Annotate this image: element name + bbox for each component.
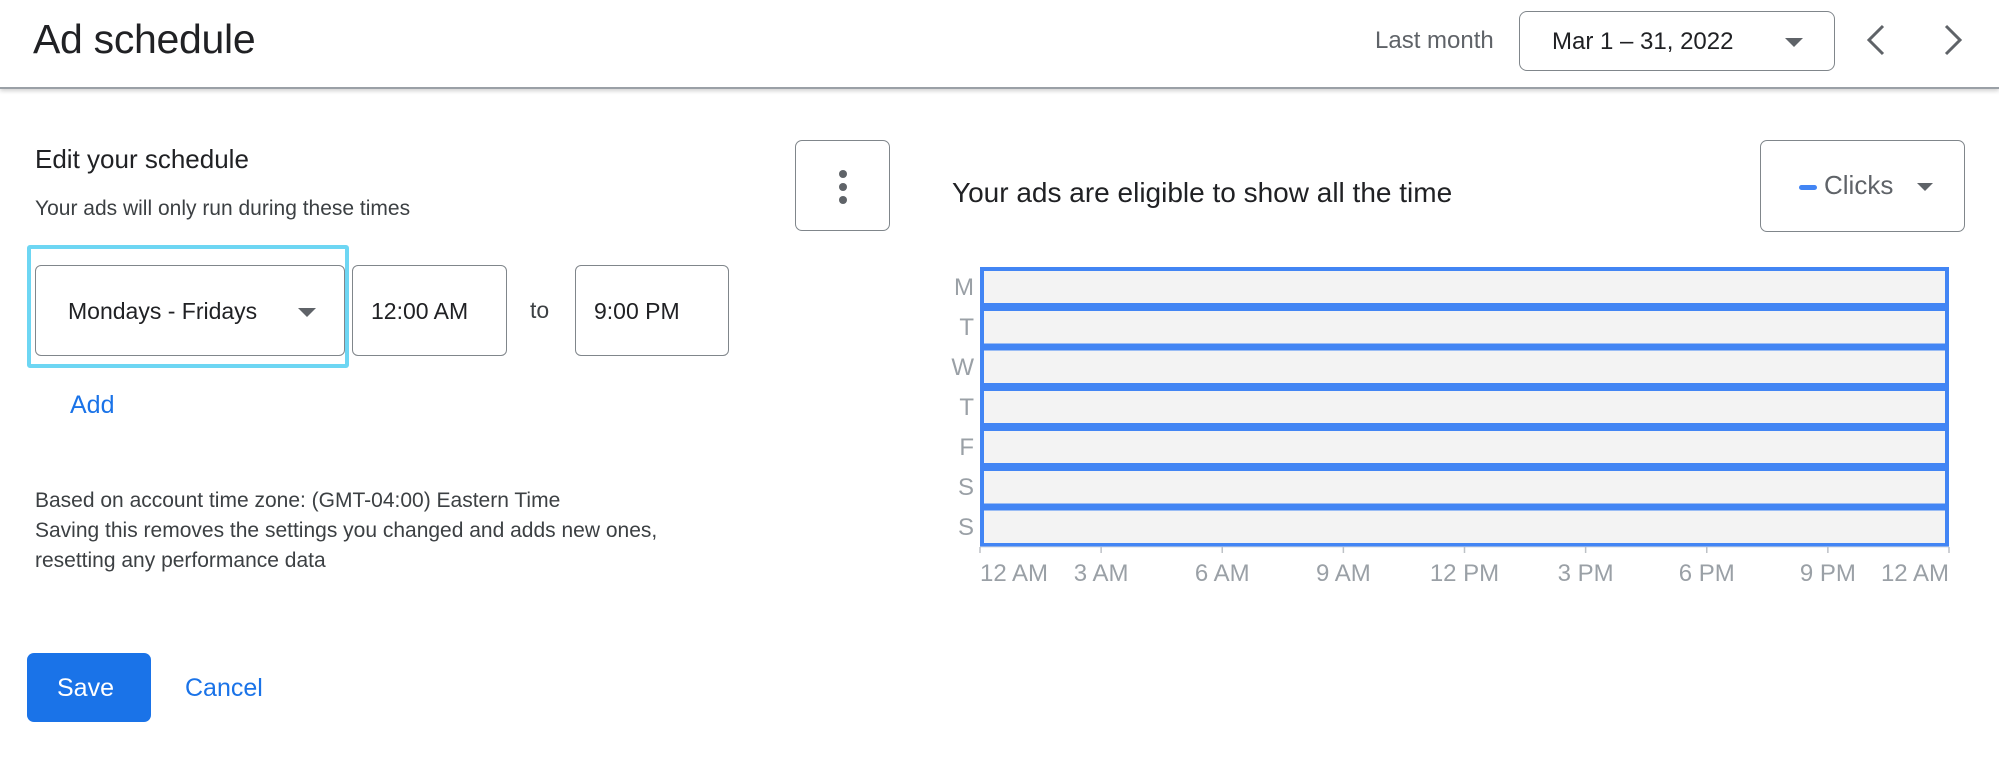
editor-heading: Edit your schedule bbox=[35, 144, 249, 174]
y-axis-label: F bbox=[959, 434, 974, 461]
end-time-field[interactable]: 9:00 PM bbox=[575, 265, 729, 356]
schedule-cell bbox=[980, 507, 1949, 547]
metric-dropdown[interactable]: Clicks bbox=[1760, 140, 1965, 232]
schedule-cell bbox=[980, 267, 1949, 307]
chevron-left-icon bbox=[1866, 24, 1885, 56]
add-schedule-button[interactable]: Add bbox=[70, 391, 114, 420]
y-axis-label: M bbox=[954, 274, 974, 301]
start-time-field[interactable]: 12:00 AM bbox=[352, 265, 507, 356]
x-axis-label: 9 PM bbox=[1800, 560, 1856, 587]
time-separator: to bbox=[530, 297, 550, 323]
schedule-heatmap: MTWTFSS12 AM 3 AM 6 AM 9 AM 12 PM 3 PM 6 PM 9 P… bbox=[951, 267, 1950, 587]
schedule-cell bbox=[980, 387, 1949, 427]
end-time-value: 9:00 PM bbox=[594, 298, 680, 324]
x-axis-label: 12 AM bbox=[1881, 560, 1949, 587]
editor-subheading: Your ads will only run during these time… bbox=[35, 197, 411, 220]
y-axis-label: T bbox=[959, 314, 974, 341]
y-axis-label: S bbox=[958, 514, 974, 541]
x-axis-label: 9 AM bbox=[1316, 560, 1371, 587]
timezone-note: Based on account time zone: (GMT-04:00) … bbox=[35, 489, 561, 512]
y-axis-label: W bbox=[951, 354, 974, 381]
save-label: Save bbox=[57, 674, 114, 702]
save-button[interactable]: Save bbox=[27, 653, 151, 722]
y-axis-label: S bbox=[958, 474, 974, 501]
series-swatch-icon bbox=[1799, 185, 1817, 190]
x-axis-label: 6 AM bbox=[1195, 560, 1250, 587]
chevron-right-icon bbox=[1944, 24, 1963, 56]
date-range-value: Mar 1 – 31, 2022 bbox=[1552, 28, 1734, 55]
schedule-cell bbox=[980, 467, 1949, 507]
x-axis-label: 6 PM bbox=[1679, 560, 1735, 587]
x-axis-label: 12 PM bbox=[1430, 560, 1499, 587]
previous-period-button[interactable] bbox=[1857, 18, 1897, 62]
days-value: Mondays - Fridays bbox=[68, 298, 258, 324]
date-range-dropdown[interactable]: Mar 1 – 31, 2022 bbox=[1519, 11, 1835, 71]
more-options-button[interactable] bbox=[795, 140, 890, 231]
start-time-value: 12:00 AM bbox=[371, 298, 469, 324]
chart-title: Your ads are eligible to show all the ti… bbox=[952, 177, 1453, 208]
x-axis-label: 3 PM bbox=[1558, 560, 1614, 587]
schedule-cell bbox=[980, 347, 1949, 387]
schedule-cell bbox=[980, 427, 1949, 467]
reset-warning-line-2: resetting any performance data bbox=[35, 549, 326, 572]
x-axis-label: 3 AM bbox=[1074, 560, 1129, 587]
schedule-cell bbox=[980, 307, 1949, 347]
x-axis-label: 12 AM bbox=[980, 560, 1048, 587]
caret-down-icon bbox=[1785, 38, 1803, 47]
days-dropdown[interactable]: Mondays - Fridays bbox=[35, 265, 345, 356]
caret-down-icon bbox=[298, 308, 316, 317]
metric-value: Clicks bbox=[1824, 170, 1894, 200]
reset-warning-line-1: Saving this removes the settings you cha… bbox=[35, 519, 658, 542]
date-range-label: Last month bbox=[1375, 27, 1494, 54]
cancel-button[interactable]: Cancel bbox=[185, 674, 263, 703]
page-title: Ad schedule bbox=[33, 16, 256, 62]
y-axis-label: T bbox=[959, 394, 974, 421]
page-header: Ad schedule Last month Mar 1 – 31, 2022 bbox=[0, 0, 1999, 89]
caret-down-icon bbox=[1917, 183, 1933, 191]
next-period-button[interactable] bbox=[1934, 18, 1974, 62]
